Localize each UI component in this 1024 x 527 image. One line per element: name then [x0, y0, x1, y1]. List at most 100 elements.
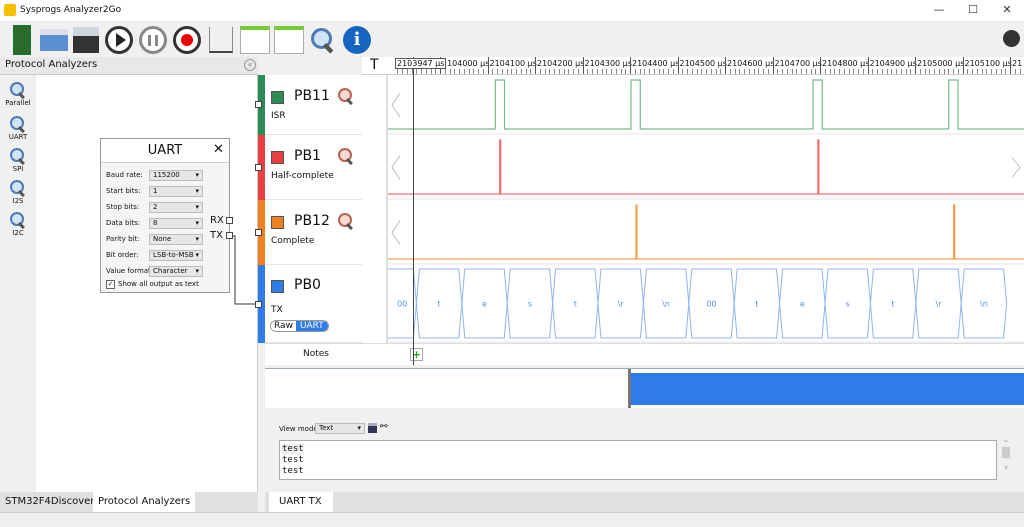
collapse-button[interactable]: «: [244, 59, 256, 71]
output-scrollbar[interactable]: ^ v: [1001, 440, 1011, 480]
record-icon[interactable]: [171, 24, 203, 56]
uart-field-select[interactable]: 8: [149, 218, 203, 229]
zoom-out-icon[interactable]: [307, 24, 339, 56]
save-output-icon[interactable]: [368, 423, 377, 433]
ruler-minor-tick: [891, 69, 893, 74]
maximize-button[interactable]: ☐: [956, 0, 990, 22]
channel-label-pb12[interactable]: PB12 Complete: [265, 200, 362, 265]
uart-field-select[interactable]: 2: [149, 202, 203, 213]
tab-protocol-analyzers[interactable]: Protocol Analyzers: [93, 492, 196, 512]
channel-input-port[interactable]: [255, 101, 262, 108]
uart-field-select[interactable]: Character: [149, 266, 203, 277]
channel-search-icon[interactable]: [337, 212, 353, 228]
decode-mode-toggle[interactable]: Raw UART: [270, 320, 329, 332]
waveform-area[interactable]: 00 t e s t \r \n 00 t e s t \r \n: [387, 75, 1024, 343]
ruler-minor-tick: [796, 69, 798, 74]
ruler-minor-tick: [862, 69, 864, 74]
ruler-tick-label: 2105100 µs: [964, 59, 1012, 68]
uart-field-select[interactable]: None: [149, 234, 203, 245]
analyzer-spi[interactable]: SPI: [2, 147, 34, 173]
open-icon[interactable]: [38, 24, 70, 56]
ruler-major-tick: [487, 57, 489, 74]
ruler-minor-tick: [839, 69, 840, 74]
play-icon[interactable]: [103, 24, 135, 56]
save-icon[interactable]: [70, 24, 102, 56]
ruler-minor-tick: [634, 69, 636, 74]
rx-port[interactable]: [226, 217, 233, 224]
channel-description: Complete: [271, 236, 315, 246]
ruler-minor-tick: [991, 69, 992, 74]
uart-field-select[interactable]: 1: [149, 186, 203, 197]
ruler-minor-tick: [577, 69, 579, 74]
channel-input-port[interactable]: [255, 301, 262, 308]
ruler-minor-tick: [815, 69, 817, 74]
ruler-minor-tick: [549, 69, 551, 74]
ruler-minor-tick: [687, 69, 688, 74]
overview-strip[interactable]: [265, 368, 1024, 409]
ruler-minor-tick: [943, 69, 945, 74]
open-layout-icon[interactable]: [239, 24, 271, 56]
ruler-minor-tick: [710, 69, 712, 74]
pause-icon[interactable]: [137, 24, 169, 56]
ruler-minor-tick: [596, 69, 598, 74]
output-line: test: [282, 466, 304, 476]
find-binoculars-icon[interactable]: ⚯: [380, 422, 388, 432]
channel-input-port[interactable]: [255, 228, 262, 236]
ruler-minor-tick: [492, 69, 494, 74]
analyzer-i2c[interactable]: I2C: [2, 211, 34, 237]
tab-uart-tx[interactable]: UART TX: [269, 492, 333, 512]
output-text[interactable]: test test test: [279, 440, 997, 480]
ruler-minor-tick: [986, 69, 988, 74]
raw-mode[interactable]: Raw: [271, 321, 296, 331]
uart-frame-label: 00: [397, 300, 407, 309]
channel-color-swatch: [271, 280, 284, 293]
ruler-major-tick: [630, 57, 631, 74]
tab-stm32f4discovery[interactable]: STM32F4Discovery: [0, 492, 105, 512]
uart-frame-label: s: [528, 300, 532, 309]
ruler-minor-tick: [881, 69, 883, 74]
ruler-minor-tick: [539, 69, 541, 74]
channel-search-icon[interactable]: [337, 87, 353, 103]
close-button[interactable]: ✕: [990, 0, 1024, 22]
channel-label-pb1[interactable]: PB1 Half-complete: [265, 135, 362, 200]
analyzer-i2s[interactable]: I2S: [2, 179, 34, 205]
board-icon[interactable]: [6, 24, 38, 56]
close-icon[interactable]: ✕: [213, 142, 224, 157]
overview-viewport[interactable]: [630, 373, 1024, 405]
ruler-minor-tick: [729, 69, 731, 74]
trigger-icon[interactable]: [205, 24, 237, 56]
overview-handle[interactable]: [628, 369, 631, 409]
time-cursor[interactable]: [413, 57, 414, 365]
channel-input-port[interactable]: [255, 163, 262, 171]
ruler-minor-tick: [753, 69, 755, 74]
ruler-tick-label: 2104400 µs: [632, 59, 680, 68]
view-mode-select[interactable]: Text: [315, 423, 365, 434]
save-layout-icon[interactable]: [273, 24, 305, 56]
info-icon[interactable]: i: [341, 24, 373, 56]
ruler-minor-tick: [900, 69, 902, 74]
uart-field-select[interactable]: 115200: [149, 170, 203, 181]
channel-name: PB11: [294, 88, 330, 104]
channel-description: TX: [271, 305, 283, 315]
show-text-checkbox[interactable]: ✓: [106, 280, 115, 289]
ruler-minor-tick: [478, 69, 479, 74]
ruler-minor-tick: [530, 69, 532, 74]
title-bar: Sysprogs Analyzer2Go — ☐ ✕: [0, 0, 1024, 22]
ruler-major-tick: [867, 57, 869, 74]
minimize-button[interactable]: —: [922, 0, 956, 22]
analyzer-parallel[interactable]: Parallel: [2, 81, 34, 107]
channel-label-pb11[interactable]: PB11 ISR: [265, 75, 362, 135]
ruler-minor-tick: [573, 69, 574, 74]
channel-search-icon[interactable]: [337, 147, 353, 163]
analyzer-uart[interactable]: UART: [2, 115, 34, 141]
channel-label-pb0[interactable]: PB0 TX Raw UART: [265, 265, 362, 343]
ruler-major-tick: [962, 57, 964, 74]
uart-field-select[interactable]: LSB-to-MSB: [149, 250, 203, 261]
ruler-minor-tick: [473, 69, 475, 74]
ruler-tick-label: 2104100 µs: [489, 59, 537, 68]
add-note-button[interactable]: +: [410, 348, 423, 361]
uart-mode[interactable]: UART: [295, 321, 328, 331]
ruler-minor-tick: [763, 69, 764, 74]
time-ruler[interactable]: T 2104000 µs 2104100 µs 2104200 µs 2104300 …: [362, 57, 1024, 75]
ruler-minor-tick: [558, 69, 560, 74]
